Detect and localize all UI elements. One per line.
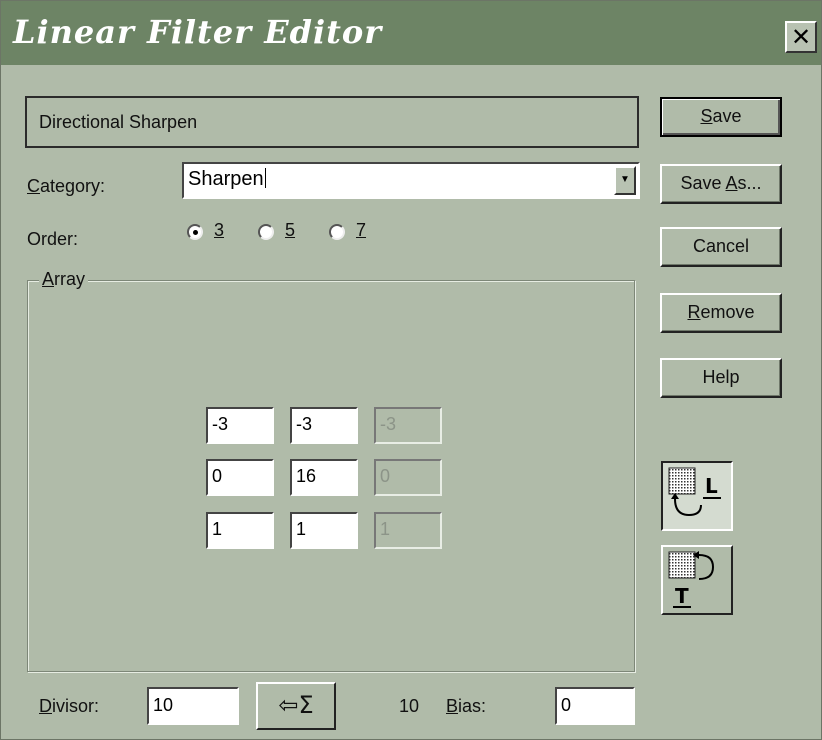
bias-field[interactable]: 0 [555, 687, 635, 725]
rotate-left-button[interactable]: L [661, 461, 733, 531]
linear-filter-editor-dialog: Linear Filter Editor ✕ Directional Sharp… [0, 0, 822, 740]
array-cell-r1c1[interactable]: -3 [206, 407, 274, 444]
order-radio-7-label[interactable]: 7 [356, 220, 366, 241]
array-cell-r2c1[interactable]: 0 [206, 459, 274, 496]
array-cell-r3c2[interactable]: 1 [290, 512, 358, 549]
order-radio-5[interactable] [258, 224, 274, 240]
order-label: Order: [27, 229, 79, 249]
rotate-top-button[interactable]: T [661, 545, 733, 615]
close-button[interactable]: ✕ [785, 21, 817, 53]
category-value: Sharpen [188, 168, 266, 190]
category-label-mnemonic: C [27, 176, 40, 196]
chevron-down-icon[interactable]: ▼ [614, 166, 636, 195]
rotate-top-icon: T [668, 551, 715, 608]
order-radio-3[interactable] [187, 224, 203, 240]
array-label-mnemonic: A [42, 269, 55, 289]
dialog-title: Linear Filter Editor [13, 13, 383, 51]
save-button[interactable]: Save [660, 97, 782, 137]
sum-value: 10 [399, 696, 420, 716]
divisor-field[interactable]: 10 [147, 687, 239, 725]
array-cell-r2c2[interactable]: 16 [290, 459, 358, 496]
order-radio-3-label[interactable]: 3 [214, 220, 224, 241]
svg-text:T: T [675, 584, 689, 608]
svg-text:L: L [705, 474, 718, 498]
save-as-button[interactable]: Save As... [660, 164, 782, 204]
category-dropdown[interactable]: Sharpen ▼ [182, 162, 640, 199]
array-cell-r1c2[interactable]: -3 [290, 407, 358, 444]
cancel-button[interactable]: Cancel [660, 227, 782, 267]
array-cell-r2c3: 0 [374, 459, 442, 496]
order-radio-5-label[interactable]: 5 [285, 220, 295, 241]
bias-label: Bias: [446, 696, 487, 716]
array-cell-r1c3: -3 [374, 407, 442, 444]
array-label-rest: rray [54, 269, 86, 289]
divisor-label: Divisor: [39, 696, 100, 716]
title-bar[interactable]: Linear Filter Editor ✕ [1, 1, 821, 65]
array-group-label: Array [39, 269, 89, 290]
array-cell-r3c1[interactable]: 1 [206, 512, 274, 549]
category-label: Category: [27, 176, 105, 197]
rotate-left-icon: L [668, 467, 721, 517]
filter-name-field[interactable]: Directional Sharpen [25, 96, 639, 148]
remove-button[interactable]: Remove [660, 293, 782, 333]
order-radio-7[interactable] [329, 224, 345, 240]
array-cell-r3c3: 1 [374, 512, 442, 549]
help-button[interactable]: Help [660, 358, 782, 398]
compute-divisor-button[interactable]: ⇦Σ [256, 682, 336, 730]
category-label-rest: ategory: [40, 176, 106, 196]
